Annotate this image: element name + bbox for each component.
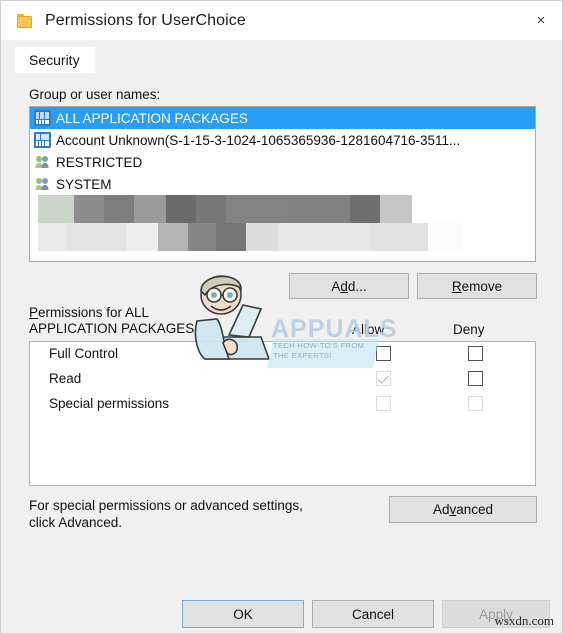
permission-name: Full Control <box>49 346 119 361</box>
add-button-label: Add... <box>331 278 367 294</box>
tab-security[interactable]: Security <box>15 47 95 74</box>
list-item-label: RESTRICTED <box>56 154 143 170</box>
deny-checkbox-read[interactable] <box>468 371 483 386</box>
list-item[interactable]: Account Unknown(S-1-15-3-1024-1065365936… <box>30 129 535 151</box>
group-names-label: Group or user names: <box>29 87 161 102</box>
advanced-button-label: Advanced <box>432 502 494 517</box>
site-watermark: wsxdn.com <box>494 613 554 628</box>
redacted-list-item <box>30 223 535 251</box>
column-header-allow: Allow <box>352 322 385 337</box>
cancel-button[interactable]: Cancel <box>312 600 434 628</box>
deny-checkbox-full-control[interactable] <box>468 346 483 361</box>
permission-name: Special permissions <box>49 396 170 411</box>
list-item-label: Account Unknown(S-1-15-3-1024-1065365936… <box>56 132 461 148</box>
advanced-hint-text: For special permissions or advanced sett… <box>29 497 319 531</box>
list-item[interactable]: ALL APPLICATION PACKAGES <box>30 107 535 129</box>
ok-button[interactable]: OK <box>182 600 304 628</box>
title-bar: Permissions for UserChoice × <box>1 1 562 40</box>
group-user-list[interactable]: ALL APPLICATION PACKAGES Account Unknown… <box>29 106 536 262</box>
user-group-icon <box>34 176 51 192</box>
permissions-list: Full Control Read Special permissions <box>29 341 536 486</box>
remove-button[interactable]: Remove <box>417 273 537 299</box>
permission-row: Special permissions <box>30 392 535 417</box>
remove-button-label: Remove <box>451 278 503 294</box>
advanced-hint-line1: For special permissions or advanced sett… <box>29 498 303 513</box>
list-item[interactable]: RESTRICTED <box>30 151 535 173</box>
advanced-hint-line2: click Advanced. <box>29 515 123 530</box>
deny-checkbox-special-permissions <box>468 396 483 411</box>
permissions-label-line1: Permissions for ALL <box>29 305 150 320</box>
user-group-icon <box>34 154 51 170</box>
permission-row: Full Control <box>30 342 535 367</box>
permission-name: Read <box>49 371 82 386</box>
close-icon[interactable]: × <box>518 1 562 40</box>
column-header-deny: Deny <box>453 322 485 337</box>
allow-checkbox-special-permissions <box>376 396 391 411</box>
allow-checkbox-full-control[interactable] <box>376 346 391 361</box>
advanced-button[interactable]: Advanced <box>389 496 537 523</box>
app-package-icon <box>34 132 51 148</box>
allow-checkbox-read <box>376 371 391 386</box>
folder-icon <box>17 13 33 28</box>
add-button[interactable]: Add... <box>289 273 409 299</box>
list-item[interactable]: SYSTEM <box>30 173 535 195</box>
permissions-label-line2: APPLICATION PACKAGES <box>29 321 195 336</box>
ok-button-label: OK <box>233 606 253 622</box>
list-item-label: SYSTEM <box>56 176 112 192</box>
window-title: Permissions for UserChoice <box>45 11 246 29</box>
cancel-button-label: Cancel <box>351 606 395 622</box>
permission-row: Read <box>30 367 535 392</box>
app-package-icon <box>34 110 51 126</box>
dialog-footer: OK Cancel Apply <box>1 593 562 633</box>
permissions-for-label: Permissions for ALL APPLICATION PACKAGES <box>29 305 269 337</box>
permissions-dialog: Permissions for UserChoice × Security Gr… <box>0 0 563 634</box>
redacted-list-item <box>30 195 535 223</box>
list-item-label: ALL APPLICATION PACKAGES <box>56 110 248 126</box>
security-panel: Group or user names: ALL APPLICATION PAC… <box>1 73 562 633</box>
tab-strip: Security <box>1 40 562 74</box>
